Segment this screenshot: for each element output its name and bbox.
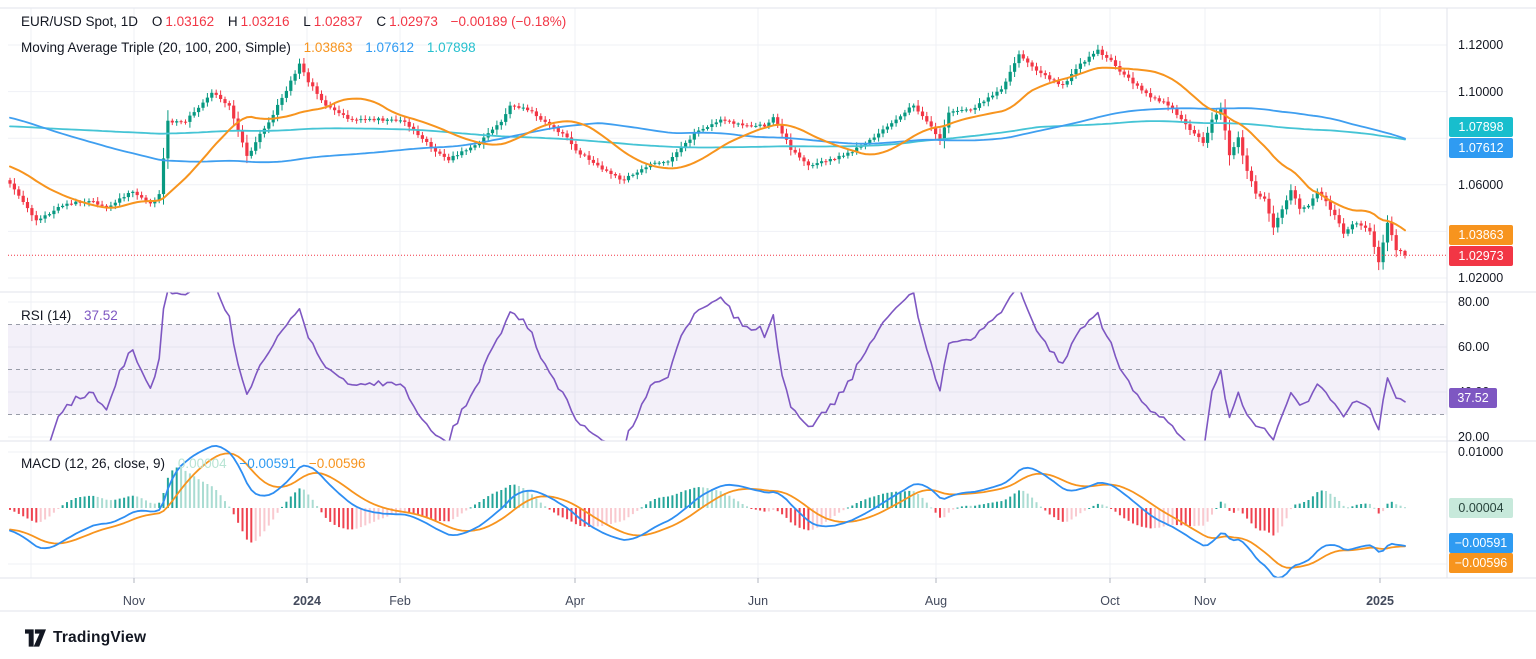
- ma200-value: 1.07898: [427, 40, 476, 55]
- time-axis-label: 2024: [293, 594, 321, 608]
- low-value: 1.02837: [314, 14, 363, 29]
- high-label: H: [228, 14, 238, 29]
- price-axis-badge: 1.02973: [1449, 246, 1513, 266]
- rsi-indicator-title: RSI (14): [21, 308, 71, 323]
- close-label: C: [376, 14, 386, 29]
- symbol-title: EUR/USD Spot, 1D: [21, 14, 138, 29]
- macd-signal-value: −0.00596: [309, 456, 366, 471]
- time-axis-label: Aug: [925, 594, 947, 608]
- rsi-axis-label: 80.00: [1458, 295, 1489, 309]
- time-axis-label: Nov: [1194, 594, 1216, 608]
- tradingview-logo-text: TradingView: [53, 629, 146, 647]
- macd-legend-row[interactable]: MACD (12, 26, close, 9) 0.00004 −0.00591…: [21, 455, 366, 473]
- open-label: O: [152, 14, 163, 29]
- symbol-legend-row[interactable]: EUR/USD Spot, 1D O1.03162 H1.03216 L1.02…: [21, 13, 566, 31]
- price-axis-label: 1.10000: [1458, 85, 1503, 99]
- rsi-value-badge: 37.52: [1449, 388, 1497, 408]
- time-axis-label: 2025: [1366, 594, 1394, 608]
- high-value: 1.03216: [241, 14, 290, 29]
- price-axis-label: 1.02000: [1458, 271, 1503, 285]
- tradingview-logo[interactable]: TradingView: [25, 629, 146, 647]
- macd-hist-value: 0.00004: [178, 456, 227, 471]
- ma100-value: 1.07612: [365, 40, 414, 55]
- macd-line-value: −0.00591: [239, 456, 296, 471]
- open-value: 1.03162: [165, 14, 214, 29]
- time-axis-label: Oct: [1100, 594, 1119, 608]
- rsi-axis-label: 20.00: [1458, 430, 1489, 444]
- price-axis-badge: 1.03863: [1449, 225, 1513, 245]
- price-axis-label: 1.12000: [1458, 38, 1503, 52]
- time-axis-label: Apr: [565, 594, 584, 608]
- rsi-value: 37.52: [84, 308, 118, 323]
- time-axis-label: Nov: [123, 594, 145, 608]
- macd-axis-label: 0.01000: [1458, 445, 1503, 459]
- price-axis-badge: 1.07898: [1449, 117, 1513, 137]
- price-axis-badge: 1.07612: [1449, 138, 1513, 158]
- time-axis-label: Jun: [748, 594, 768, 608]
- tradingview-chart-window: EUR/USD Spot, 1D O1.03162 H1.03216 L1.02…: [0, 0, 1536, 659]
- ma-indicator-title: Moving Average Triple (20, 100, 200, Sim…: [21, 40, 291, 55]
- rsi-axis-label: 60.00: [1458, 340, 1489, 354]
- macd-value-badge: 0.00004: [1449, 498, 1513, 518]
- macd-indicator-title: MACD (12, 26, close, 9): [21, 456, 165, 471]
- tradingview-logo-icon: [25, 629, 46, 647]
- macd-value-badge: −0.00596: [1449, 553, 1513, 573]
- ma-legend-row[interactable]: Moving Average Triple (20, 100, 200, Sim…: [21, 39, 476, 57]
- time-scale[interactable]: [0, 578, 1447, 611]
- close-value: 1.02973: [389, 14, 438, 29]
- low-label: L: [303, 14, 311, 29]
- ma20-value: 1.03863: [304, 40, 353, 55]
- rsi-legend-row[interactable]: RSI (14) 37.52: [21, 307, 118, 325]
- change-value: −0.00189 (−0.18%): [451, 14, 567, 29]
- time-axis-label: Feb: [389, 594, 411, 608]
- macd-value-badge: −0.00591: [1449, 533, 1513, 553]
- chart-canvas[interactable]: [0, 0, 1536, 659]
- price-axis-label: 1.06000: [1458, 178, 1503, 192]
